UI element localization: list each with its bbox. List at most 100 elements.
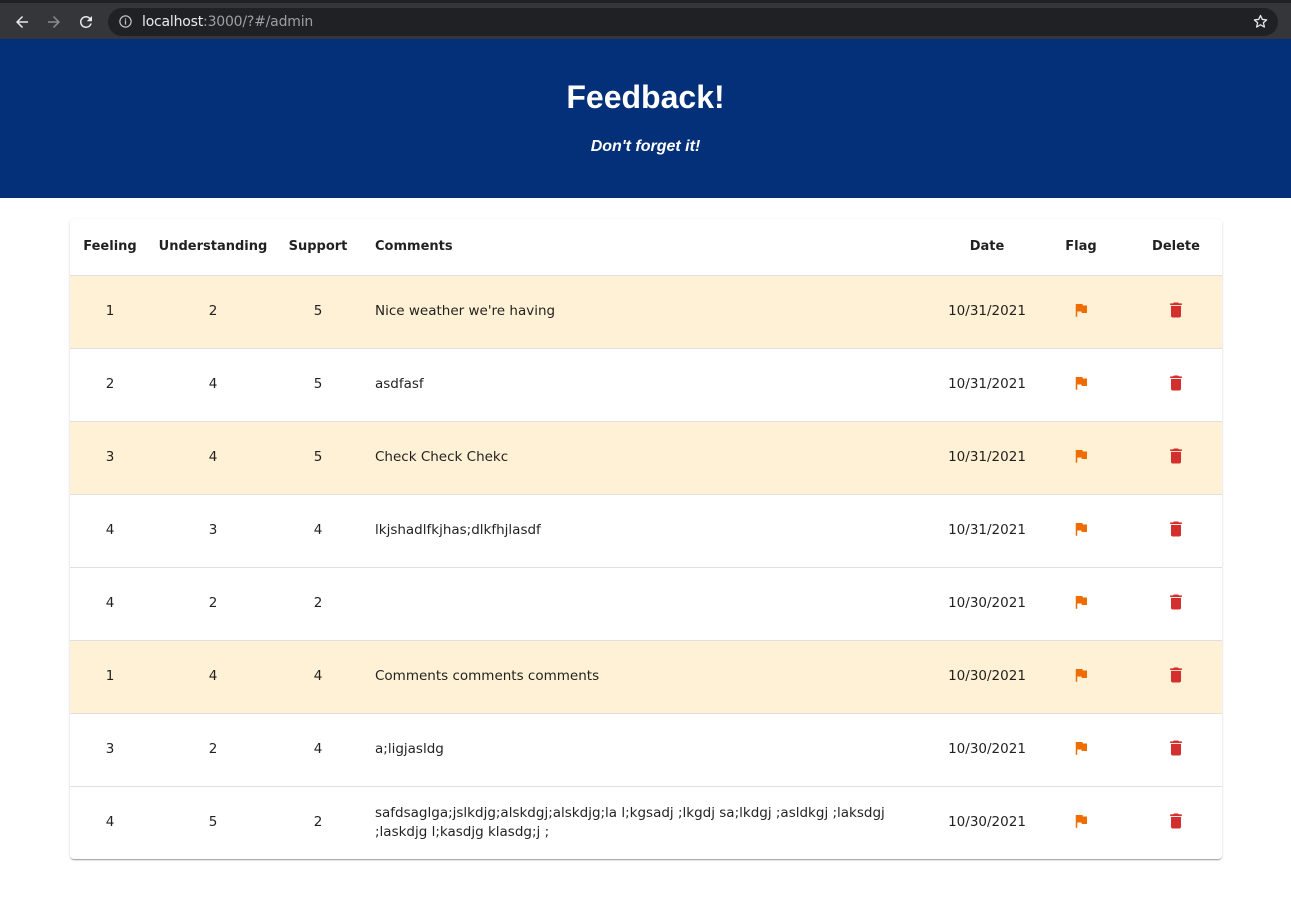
comments-cell: lkjshadlfkjhas;dlkfhjlasdf — [360, 494, 942, 568]
understanding-cell: 2 — [150, 275, 276, 349]
feeling-cell: 4 — [70, 567, 150, 641]
flag-cell — [1032, 275, 1130, 349]
table-row: 3 2 4 a;ligjasldg 10/30/2021 — [70, 713, 1222, 787]
comments-cell: Comments comments comments — [360, 640, 942, 714]
feeling-cell: 3 — [70, 421, 150, 495]
feeling-cell: 2 — [70, 348, 150, 422]
reload-icon[interactable] — [73, 9, 99, 35]
comments-cell: Nice weather we're having — [360, 275, 942, 349]
understanding-cell: 4 — [150, 640, 276, 714]
delete-cell — [1130, 713, 1222, 787]
support-cell: 2 — [276, 567, 360, 641]
comments-cell: asdfasf — [360, 348, 942, 422]
date-cell: 10/30/2021 — [942, 640, 1032, 714]
page-subtitle: Don't forget it! — [590, 138, 701, 155]
column-header-support: Support — [276, 219, 360, 276]
date-cell: 10/30/2021 — [948, 814, 1026, 831]
browser-toolbar: localhost:3000/?#/admin — [0, 0, 1291, 39]
date-cell: 10/31/2021 — [942, 348, 1032, 422]
table-row: 4 3 4 lkjshadlfkjhas;dlkfhjlasdf 10/31/2021 — [70, 494, 1222, 568]
flag-cell — [1032, 786, 1130, 859]
comments-cell: safdsaglga;jslkdjg;alskdgj;alskdjg;la l;… — [375, 804, 885, 840]
comments-cell: Check Check Chekc — [360, 421, 942, 495]
flag-icon[interactable] — [1069, 809, 1093, 833]
delete-cell — [1130, 567, 1222, 641]
page-header: Feedback! Don't forget it! — [0, 39, 1291, 198]
trash-icon[interactable] — [1164, 517, 1188, 541]
flag-cell — [1032, 713, 1130, 787]
date-cell: 10/31/2021 — [942, 275, 1032, 349]
support-cell: 4 — [276, 640, 360, 714]
support-cell: 4 — [276, 494, 360, 568]
feeling-cell: 4 — [105, 814, 115, 831]
page-title: Feedback! — [566, 79, 725, 115]
delete-cell — [1130, 275, 1222, 349]
date-cell: 10/31/2021 — [942, 421, 1032, 495]
table-row: 1 4 4 Comments comments comments 10/30/2021 — [70, 640, 1222, 714]
column-header-delete: Delete — [1130, 219, 1222, 276]
forward-arrow-icon[interactable] — [41, 9, 67, 35]
comments-cell — [360, 567, 942, 641]
flag-cell — [1032, 494, 1130, 568]
feedback-table: Feeling Understanding Support Comments D… — [70, 219, 1222, 859]
table-row: 4 2 2 10/30/2021 — [70, 567, 1222, 641]
flag-icon[interactable] — [1069, 371, 1093, 395]
table-header-row: Feeling Understanding Support Comments D… — [70, 219, 1222, 276]
understanding-cell: 3 — [150, 494, 276, 568]
delete-cell — [1130, 786, 1222, 859]
feedback-table-card: Feeling Understanding Support Comments D… — [70, 219, 1222, 859]
support-cell: 5 — [276, 275, 360, 349]
flag-cell — [1032, 421, 1130, 495]
feeling-cell: 1 — [70, 640, 150, 714]
url-text: localhost:3000/?#/admin — [142, 14, 313, 30]
column-header-flag: Flag — [1032, 219, 1130, 276]
url-host: localhost — [142, 14, 204, 30]
table-row: 2 4 5 asdfasf 10/31/2021 — [70, 348, 1222, 422]
delete-cell — [1130, 640, 1222, 714]
flag-icon[interactable] — [1069, 590, 1093, 614]
trash-icon[interactable] — [1164, 298, 1188, 322]
understanding-cell: 2 — [150, 713, 276, 787]
trash-icon[interactable] — [1164, 590, 1188, 614]
understanding-cell: 4 — [150, 348, 276, 422]
delete-cell — [1130, 348, 1222, 422]
flag-icon[interactable] — [1069, 298, 1093, 322]
feeling-cell: 4 — [70, 494, 150, 568]
table-row: 3 4 5 Check Check Chekc 10/31/2021 — [70, 421, 1222, 495]
understanding-cell: 2 — [150, 567, 276, 641]
support-cell: 5 — [276, 421, 360, 495]
trash-icon[interactable] — [1164, 663, 1188, 687]
support-cell: 2 — [313, 814, 323, 831]
feeling-cell: 1 — [70, 275, 150, 349]
column-header-understanding: Understanding — [150, 219, 276, 276]
understanding-cell: 4 — [150, 421, 276, 495]
date-cell: 10/30/2021 — [942, 567, 1032, 641]
trash-icon[interactable] — [1164, 371, 1188, 395]
flag-icon[interactable] — [1069, 444, 1093, 468]
feeling-cell: 3 — [70, 713, 150, 787]
flag-icon[interactable] — [1069, 736, 1093, 760]
info-icon[interactable] — [118, 14, 133, 34]
star-icon[interactable] — [1252, 13, 1269, 35]
delete-cell — [1130, 494, 1222, 568]
understanding-cell: 5 — [208, 814, 218, 831]
address-bar[interactable]: localhost:3000/?#/admin — [108, 8, 1278, 36]
date-cell: 10/31/2021 — [942, 494, 1032, 568]
support-cell: 5 — [276, 348, 360, 422]
column-header-feeling: Feeling — [70, 219, 150, 276]
flag-cell — [1032, 348, 1130, 422]
trash-icon[interactable] — [1164, 736, 1188, 760]
back-arrow-icon[interactable] — [9, 9, 35, 35]
flag-icon[interactable] — [1069, 663, 1093, 687]
table-row: 1 2 5 Nice weather we're having 10/31/2021 — [70, 275, 1222, 349]
column-header-comments: Comments — [360, 219, 942, 276]
trash-icon[interactable] — [1164, 809, 1188, 833]
table-row: 4 5 2 safdsaglga;jslkdjg;alskdgj;alskdjg;la… — [70, 786, 1222, 859]
delete-cell — [1130, 421, 1222, 495]
flag-icon[interactable] — [1069, 517, 1093, 541]
support-cell: 4 — [276, 713, 360, 787]
date-cell: 10/30/2021 — [942, 713, 1032, 787]
flag-cell — [1032, 567, 1130, 641]
flag-cell — [1032, 640, 1130, 714]
trash-icon[interactable] — [1164, 444, 1188, 468]
